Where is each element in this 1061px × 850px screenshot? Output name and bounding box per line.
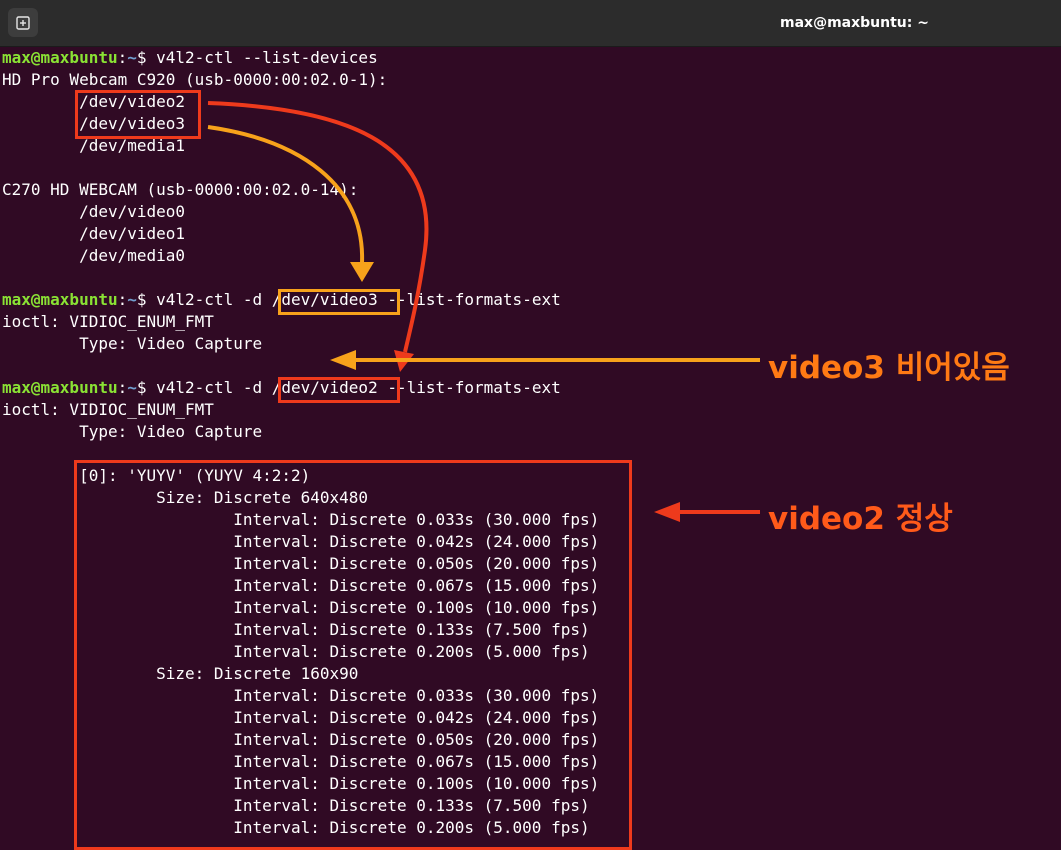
video3-empty-label: video3 비어있음 bbox=[768, 350, 1010, 386]
annotation-arrows bbox=[207, 101, 760, 522]
video2-normal-label: video2 정상 bbox=[768, 501, 953, 537]
red-curve-arrow bbox=[207, 101, 429, 353]
video3-pointer-arrowhead bbox=[330, 350, 356, 370]
orange-curve-arrow bbox=[207, 125, 365, 264]
video2-pointer-arrowhead bbox=[654, 502, 680, 522]
orange-arrowhead bbox=[350, 262, 374, 282]
